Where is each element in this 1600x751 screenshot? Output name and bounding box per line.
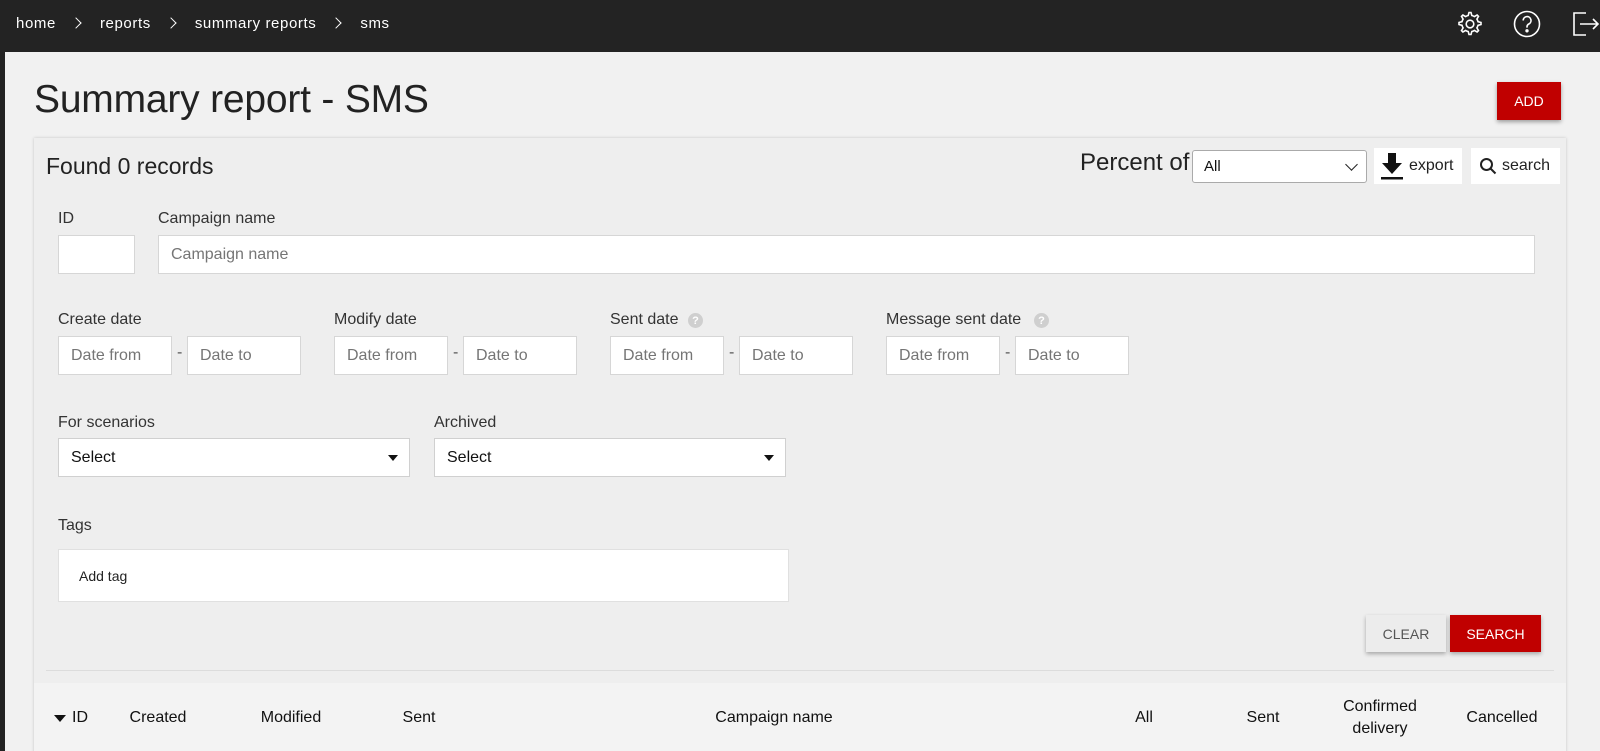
percent-of-select[interactable]: All — [1192, 150, 1367, 183]
column-header-id[interactable]: ID — [46, 683, 96, 751]
chevron-right-icon — [330, 17, 343, 29]
archived-value: Select — [447, 448, 492, 466]
modify-date-to-input[interactable] — [463, 336, 577, 375]
percent-of-label: Percent of — [1080, 149, 1190, 176]
main-content: Summary report - SMS ADD Found 0 records… — [5, 52, 1600, 751]
campaign-name-label: Campaign name — [158, 210, 276, 227]
table-header: ID Created Modified Sent Campaign name A… — [34, 683, 1566, 751]
modify-date-from-input[interactable] — [334, 336, 448, 375]
column-header-campaign-name[interactable]: Campaign name — [694, 683, 854, 751]
records-count: Found 0 records — [46, 153, 214, 179]
sent-date-to-input[interactable] — [739, 336, 853, 375]
for-scenarios-select[interactable]: Select — [58, 438, 410, 477]
sent-date-from-input[interactable] — [610, 336, 724, 375]
help-icon[interactable]: ? — [688, 313, 703, 328]
create-date-to-input[interactable] — [187, 336, 301, 375]
percent-of-value: All — [1204, 158, 1221, 175]
tags-input[interactable]: Add tag — [58, 549, 789, 602]
modify-date-label: Modify date — [334, 311, 417, 328]
message-sent-date-label: Message sent date — [886, 311, 1022, 328]
create-date-from-input[interactable] — [58, 336, 172, 375]
breadcrumb-sms: sms — [360, 14, 390, 32]
archived-label: Archived — [434, 414, 497, 431]
campaign-name-input[interactable] — [158, 235, 1535, 274]
column-header-cancelled[interactable]: Cancelled — [1452, 683, 1552, 751]
search-toggle-button[interactable]: search — [1471, 148, 1560, 184]
tags-placeholder: Add tag — [79, 567, 128, 584]
sent-date-label: Sent date — [610, 311, 679, 328]
caret-down-icon — [764, 455, 774, 461]
download-icon — [1381, 153, 1403, 180]
create-date-label: Create date — [58, 311, 142, 328]
breadcrumb-summary-reports[interactable]: summary reports — [195, 15, 317, 32]
id-label: ID — [58, 210, 74, 227]
sort-desc-icon — [54, 714, 66, 722]
gear-icon[interactable] — [1454, 9, 1484, 39]
message-sent-date-from-input[interactable] — [886, 336, 1000, 375]
divider — [46, 670, 1554, 671]
caret-down-icon — [388, 455, 398, 461]
export-label: export — [1409, 157, 1454, 174]
column-header-sent[interactable]: Sent — [389, 683, 449, 751]
chevron-right-icon — [70, 17, 82, 29]
add-button[interactable]: ADD — [1497, 82, 1561, 120]
for-scenarios-value: Select — [71, 448, 116, 466]
page-title: Summary report - SMS — [34, 78, 429, 121]
date-separator: - — [1005, 344, 1011, 361]
question-circle-icon[interactable] — [1512, 9, 1542, 39]
message-sent-date-to-input[interactable] — [1015, 336, 1129, 375]
chevron-right-icon — [165, 17, 177, 29]
tags-label: Tags — [58, 517, 92, 534]
column-header-modified[interactable]: Modified — [246, 683, 336, 751]
logout-icon[interactable] — [1570, 9, 1600, 39]
search-button[interactable]: SEARCH — [1450, 615, 1541, 652]
id-input[interactable] — [58, 235, 135, 274]
date-separator: - — [453, 344, 459, 361]
clear-button[interactable]: CLEAR — [1366, 615, 1446, 652]
archived-select[interactable]: Select — [434, 438, 786, 477]
column-header-sent-count[interactable]: Sent — [1233, 683, 1293, 751]
breadcrumb: home reports summary reports sms — [16, 0, 390, 46]
column-header-confirmed-delivery[interactable]: Confirmed delivery — [1330, 683, 1430, 751]
breadcrumb-reports[interactable]: reports — [100, 15, 151, 32]
date-separator: - — [177, 344, 183, 361]
for-scenarios-label: For scenarios — [58, 414, 155, 431]
column-header-all[interactable]: All — [1114, 683, 1174, 751]
date-separator: - — [729, 344, 735, 361]
breadcrumb-home[interactable]: home — [16, 15, 56, 32]
top-bar: home reports summary reports sms — [0, 0, 1600, 52]
filter-panel: Found 0 records Percent of All export se… — [34, 138, 1566, 751]
help-icon[interactable]: ? — [1034, 313, 1049, 328]
column-header-created[interactable]: Created — [118, 683, 198, 751]
chevron-down-icon — [1345, 158, 1358, 171]
export-button[interactable]: export — [1374, 148, 1462, 184]
magnifier-icon — [1480, 158, 1497, 175]
search-toggle-label: search — [1502, 157, 1551, 174]
